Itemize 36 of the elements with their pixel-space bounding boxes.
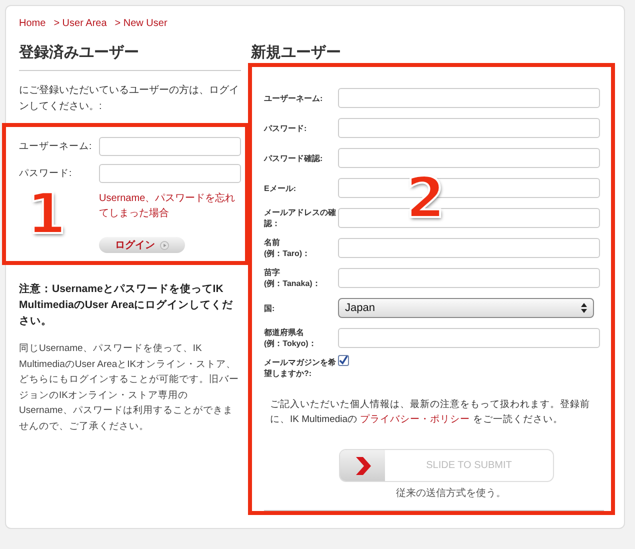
login-button[interactable]: ログイン [99, 237, 185, 253]
input-field[interactable] [338, 118, 600, 138]
checkbox[interactable] [338, 355, 349, 366]
field-label: 苗字 (例：Tanaka)： [264, 267, 322, 289]
note-text: 注意：Usernameとパスワードを使ってIK MultimediaのUser Areaにログインしてください。 [19, 282, 234, 329]
input-field[interactable] [338, 148, 600, 168]
breadcrumb-link[interactable]: > User Area [54, 18, 107, 29]
input-field[interactable] [99, 164, 241, 183]
field-label: 国: [264, 302, 276, 314]
input-field[interactable] [338, 88, 600, 108]
privacy-policy-link[interactable]: プライバシー・ポリシー [360, 414, 470, 425]
field-label: パスワード: [19, 167, 73, 180]
breadcrumb-link[interactable]: Home [19, 18, 46, 29]
field-label: パスワード: [264, 122, 308, 134]
intro-text: にご登録いただいているユーザーの方は、ログインしてください。: [19, 84, 240, 114]
input-field[interactable] [338, 268, 600, 288]
field-label: 名前 (例：Taro)： [264, 237, 312, 259]
field-label: メールアドレスの確認： [264, 207, 337, 229]
country-select[interactable]: Japan [338, 298, 594, 318]
field-label: メールマガジンを希望しますか?: [264, 357, 337, 379]
input-field[interactable] [338, 328, 600, 348]
field-label: 都道府県名 (例：Tokyo)： [264, 327, 318, 349]
field-label: パスワード確認: [264, 152, 324, 164]
privacy-notice: ご記入いただいた個人情報は、最新の注意をもって扱われます。登録前に、IK Multimediaの プライバシー・ポリシー をご一読ください。 [270, 398, 591, 427]
description-text: 同じUsername、パスワードを使って、IK MultimediaのUser AreaとIKオンライン・ストア、どちらにもログインすることが可能です。旧バージョンのIKオンライン・ストア専用のUsername、パスワードは利用することができませんので、ご了承ください。 [19, 342, 240, 434]
section-heading: 登録済みユーザー [19, 43, 140, 63]
input-field[interactable] [338, 238, 600, 258]
updown-icon [581, 303, 587, 313]
forgot-password-link[interactable]: Username、パスワードを忘れてしまった場合 [99, 191, 241, 221]
field-label: ユーザーネーム: [19, 140, 93, 153]
input-field[interactable] [99, 137, 241, 156]
fallback-link[interactable]: 従来の送信方式を使う。 [396, 486, 607, 500]
field-label: ユーザーネーム: [264, 92, 324, 104]
breadcrumb-link[interactable]: > New User [114, 18, 168, 29]
field-label: Eメール: [264, 182, 297, 194]
section-heading: 新規ユーザー [251, 43, 342, 63]
